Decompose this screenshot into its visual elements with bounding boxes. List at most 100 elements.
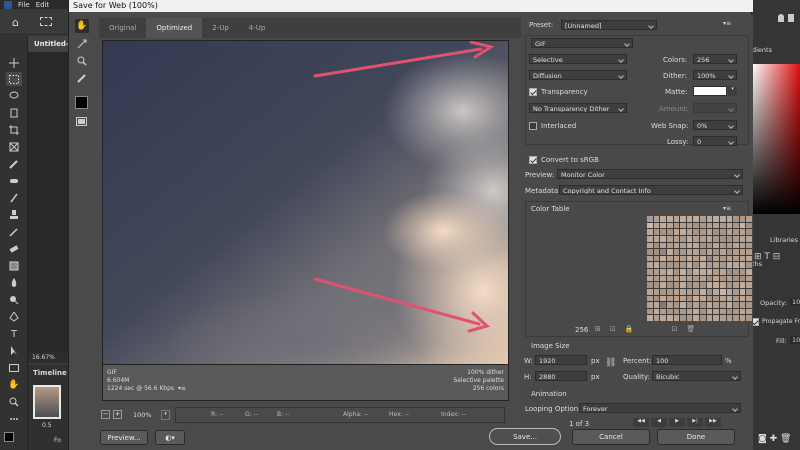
color-swatch[interactable]: [706, 308, 713, 315]
color-swatch[interactable]: [693, 255, 699, 262]
color-swatch[interactable]: [739, 288, 746, 295]
color-swatch[interactable]: [647, 282, 653, 288]
color-swatch[interactable]: [726, 315, 733, 321]
color-swatch[interactable]: [693, 249, 699, 255]
done-button[interactable]: Done: [657, 429, 735, 445]
color-swatch[interactable]: [660, 308, 666, 315]
color-swatch[interactable]: [673, 288, 680, 295]
color-swatch[interactable]: [726, 288, 733, 295]
color-swatch[interactable]: [653, 315, 660, 321]
color-swatch[interactable]: [739, 249, 746, 255]
color-swatch[interactable]: [719, 302, 726, 308]
first-frame-button[interactable]: ◀◀: [633, 418, 649, 427]
lock-color-icon[interactable]: 🔒: [625, 325, 634, 333]
color-swatch[interactable]: [673, 242, 680, 249]
color-swatch[interactable]: [660, 295, 666, 302]
color-swatch[interactable]: [713, 216, 719, 222]
tab-2up[interactable]: 2-Up: [202, 18, 239, 38]
color-swatch[interactable]: [700, 288, 706, 295]
color-swatch[interactable]: [666, 282, 673, 288]
color-swatch[interactable]: [706, 269, 713, 275]
hand-tool-icon[interactable]: ✋: [75, 19, 89, 33]
color-swatch[interactable]: [693, 235, 699, 242]
color-swatch[interactable]: [713, 222, 719, 229]
color-swatch[interactable]: [706, 315, 713, 321]
color-swatch[interactable]: [653, 255, 660, 262]
color-swatch[interactable]: [693, 275, 699, 282]
ps-logo-icon[interactable]: [4, 0, 12, 9]
color-swatch[interactable]: [680, 295, 686, 302]
color-swatch[interactable]: [713, 302, 719, 308]
color-swatch[interactable]: [686, 242, 693, 249]
frame-tool-icon[interactable]: [6, 140, 22, 154]
color-swatch[interactable]: [739, 235, 746, 242]
color-swatch[interactable]: [680, 262, 686, 268]
color-swatch[interactable]: [673, 269, 680, 275]
matte-dropdown[interactable]: ▾: [728, 86, 737, 96]
color-swatch[interactable]: [726, 222, 733, 229]
color-swatch[interactable]: [660, 262, 666, 268]
color-swatch[interactable]: [746, 288, 752, 295]
stamp-tool-icon[interactable]: [6, 208, 22, 222]
color-swatch[interactable]: [693, 295, 699, 302]
color-swatch[interactable]: [733, 295, 739, 302]
color-swatch[interactable]: [647, 302, 653, 308]
dither-field[interactable]: 100%: [693, 70, 737, 80]
color-swatch[interactable]: [680, 269, 686, 275]
color-swatch[interactable]: [739, 255, 746, 262]
dither-algorithm-dropdown[interactable]: Diffusion: [529, 70, 627, 80]
colors-field[interactable]: 256: [693, 54, 737, 64]
color-swatch[interactable]: [660, 216, 666, 222]
lossy-field[interactable]: 0: [693, 136, 737, 146]
color-swatch[interactable]: [746, 222, 752, 229]
blur-tool-icon[interactable]: [6, 276, 22, 290]
color-swatch[interactable]: [653, 282, 660, 288]
color-swatch[interactable]: [700, 262, 706, 268]
color-swatch[interactable]: [700, 302, 706, 308]
more-tools-icon[interactable]: [6, 412, 22, 426]
color-swatch[interactable]: [653, 249, 660, 255]
color-swatch[interactable]: [746, 229, 752, 235]
panel-extra-icon[interactable]: [788, 14, 794, 22]
color-swatch[interactable]: [713, 235, 719, 242]
color-swatch[interactable]: [680, 255, 686, 262]
color-swatch[interactable]: [726, 262, 733, 268]
color-swatch[interactable]: [686, 249, 693, 255]
path-select-icon[interactable]: [6, 344, 22, 358]
color-swatch[interactable]: [660, 242, 666, 249]
color-swatch[interactable]: [673, 275, 680, 282]
color-swatch[interactable]: [673, 295, 680, 302]
color-swatch[interactable]: [706, 229, 713, 235]
foreground-color-swatch[interactable]: [4, 432, 14, 442]
color-swatch[interactable]: [706, 255, 713, 262]
color-swatch[interactable]: [739, 315, 746, 321]
color-swatch[interactable]: [653, 229, 660, 235]
color-swatch[interactable]: [673, 255, 680, 262]
menu-edit[interactable]: Edit: [36, 1, 50, 9]
color-swatch[interactable]: [700, 308, 706, 315]
convert-srgb-checkbox[interactable]: [529, 156, 537, 164]
color-swatch[interactable]: [746, 235, 752, 242]
color-swatch[interactable]: [660, 315, 666, 321]
color-swatch[interactable]: [739, 282, 746, 288]
color-swatch[interactable]: [746, 262, 752, 268]
color-swatch[interactable]: [726, 255, 733, 262]
color-swatch[interactable]: [680, 308, 686, 315]
color-swatch[interactable]: [713, 315, 719, 321]
tab-4up[interactable]: 4-Up: [239, 18, 276, 38]
color-swatch[interactable]: [686, 269, 693, 275]
color-swatch[interactable]: [653, 308, 660, 315]
color-swatch[interactable]: [726, 249, 733, 255]
color-swatch[interactable]: [713, 242, 719, 249]
color-swatch[interactable]: [666, 216, 673, 222]
color-swatch[interactable]: [666, 255, 673, 262]
zoom-tool-icon[interactable]: [6, 395, 22, 409]
matte-color-swatch[interactable]: [693, 86, 727, 96]
color-swatch[interactable]: [673, 235, 680, 242]
color-swatch[interactable]: [700, 249, 706, 255]
color-swatch[interactable]: [706, 288, 713, 295]
color-swatch[interactable]: [666, 249, 673, 255]
color-swatch[interactable]: [686, 282, 693, 288]
color-swatch[interactable]: [660, 275, 666, 282]
color-swatch[interactable]: [647, 242, 653, 249]
